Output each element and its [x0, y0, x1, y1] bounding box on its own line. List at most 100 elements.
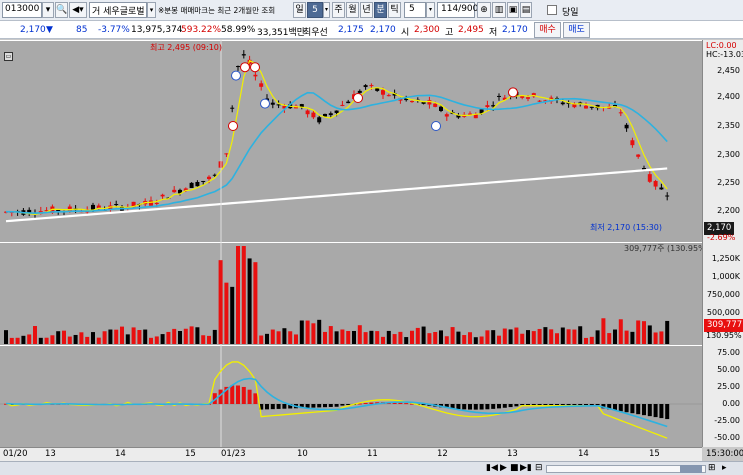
- volume-bar: [189, 326, 194, 344]
- first-icon[interactable]: ▮◀: [486, 463, 498, 473]
- high-label: 고: [445, 28, 454, 38]
- volume-bar: [172, 328, 177, 344]
- layout-icon[interactable]: ▥: [492, 2, 506, 18]
- volume-bar: [27, 334, 32, 344]
- code-dropdown-button[interactable]: ▾: [42, 2, 54, 18]
- macd-histogram-bar: [630, 404, 635, 414]
- save-icon[interactable]: ▣: [507, 2, 519, 18]
- candle-body: [172, 189, 177, 193]
- candle-body: [253, 74, 258, 77]
- volume-bar: [357, 325, 362, 344]
- macd-histogram-bar: [270, 404, 275, 410]
- period-5-button[interactable]: 5: [307, 2, 323, 18]
- notice-text: ※분봉 매매마크는 최근 2개월만 조회: [158, 6, 276, 15]
- zoom-out-icon[interactable]: ⊟: [535, 463, 543, 473]
- period-year-button[interactable]: 년: [360, 2, 373, 18]
- trade-amount: 33,351백만: [257, 28, 306, 38]
- scroll-thumb[interactable]: [680, 465, 702, 473]
- macd-histogram-bar: [473, 404, 478, 410]
- settings-icon[interactable]: ▤: [520, 2, 532, 18]
- open-label: 시: [401, 28, 410, 38]
- interval-dropdown-button[interactable]: ▾: [426, 2, 435, 18]
- volume-bar: [85, 336, 90, 344]
- volume-bar: [91, 332, 95, 344]
- next-icon[interactable]: ▶▮: [520, 463, 532, 473]
- volume-bar: [108, 329, 113, 344]
- candle-body: [305, 110, 310, 115]
- macd-histogram-bar: [456, 404, 461, 409]
- sound-icon[interactable]: ◀▾: [69, 2, 87, 18]
- buy-button[interactable]: 매수: [534, 22, 561, 38]
- volume-bar: [15, 337, 20, 344]
- macd-histogram-bar: [642, 404, 646, 416]
- macd-histogram-bar: [543, 404, 548, 405]
- trade-marker: [231, 70, 241, 81]
- macd-histogram-bar: [549, 404, 554, 405]
- period-day-button[interactable]: 일: [293, 2, 306, 18]
- volume-bar: [288, 331, 293, 344]
- count-field[interactable]: 114/900: [437, 2, 478, 18]
- macd-histogram-bar: [497, 404, 501, 409]
- open-price: 2,300: [414, 25, 440, 35]
- macd-tick: -25.00: [714, 416, 740, 425]
- change-pct: -3.77%: [98, 25, 130, 35]
- macd-histogram-bar: [328, 404, 333, 407]
- period-dropdown-button[interactable]: ▾: [323, 2, 330, 18]
- search-icon[interactable]: 🔍: [55, 2, 68, 18]
- volume-bar: [259, 335, 264, 344]
- candle-body: [369, 85, 374, 87]
- volume-bar: [56, 331, 61, 344]
- zoom-in-icon[interactable]: ⊞: [708, 463, 716, 473]
- macd-tick: 50.00: [717, 365, 740, 374]
- today-checkbox[interactable]: [547, 5, 557, 15]
- candle-body: [636, 154, 641, 157]
- macd-histogram-bar: [636, 404, 641, 415]
- volume-bar: [241, 246, 246, 344]
- volume-bar: [613, 329, 617, 344]
- volume-bar: [323, 331, 327, 344]
- sell-button[interactable]: 매도: [563, 22, 590, 38]
- candle-body: [114, 204, 119, 206]
- macd-histogram-bar: [526, 404, 530, 405]
- volume-bar: [143, 329, 148, 344]
- crosshair-icon[interactable]: ⊕: [477, 2, 491, 18]
- settings-icon[interactable]: ▸: [722, 463, 727, 473]
- stock-code-input[interactable]: 013000: [2, 2, 42, 18]
- macd-histogram-bar: [253, 393, 258, 404]
- stop-icon[interactable]: ■: [510, 463, 519, 473]
- high-annotation: 최고 2,495 (09:10): [150, 43, 223, 52]
- volume-bar: [520, 333, 525, 344]
- macd-histogram-bar: [572, 404, 577, 405]
- last-price-pct: -2.69%: [707, 233, 736, 242]
- volume-bar: [96, 337, 101, 344]
- time-label: 14: [115, 449, 126, 459]
- macd-histogram-bar: [508, 404, 513, 408]
- candle-body: [259, 83, 264, 87]
- down-arrow-icon: ▼: [46, 25, 53, 35]
- trade-marker: [240, 62, 250, 73]
- period-minute-button[interactable]: 분: [374, 2, 387, 18]
- candle-body: [346, 101, 351, 104]
- macd-histogram-bar: [624, 404, 629, 413]
- volume-bar: [201, 335, 206, 344]
- volume-bar: [33, 326, 37, 344]
- volume-bar: [433, 331, 438, 344]
- name-dropdown-button[interactable]: ▾: [147, 2, 156, 18]
- trade-marker: [508, 87, 518, 98]
- candle-body: [444, 114, 449, 117]
- macd-tick: 75.00: [717, 348, 740, 357]
- play-icon[interactable]: ▶: [500, 463, 507, 473]
- volume-bar: [462, 335, 467, 344]
- time-label: 13: [507, 449, 518, 459]
- ma5-line: [5, 59, 668, 216]
- macd-histogram-bar: [578, 404, 583, 405]
- interval-input[interactable]: 5: [404, 2, 426, 18]
- period-week-button[interactable]: 주: [332, 2, 345, 18]
- candle-body: [589, 106, 594, 108]
- period-month-button[interactable]: 월: [346, 2, 359, 18]
- period-tick-button[interactable]: 틱: [388, 2, 401, 18]
- volume-bar: [404, 337, 409, 344]
- volume-tick: 1,250K: [711, 254, 740, 263]
- time-label: 10: [297, 449, 308, 459]
- volume-bar: [50, 335, 55, 344]
